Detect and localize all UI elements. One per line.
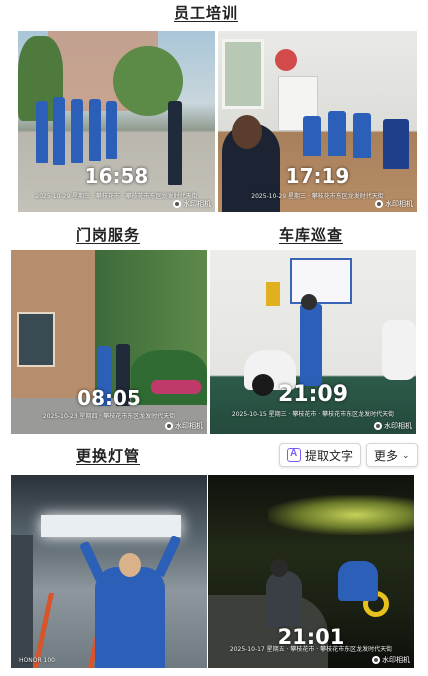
lit-trees [268,495,414,535]
extract-text-label: 提取文字 [305,448,354,463]
photo-garage-patrol[interactable]: 21:09 2025-10-15 星期三 · 攀枝花市 · 攀枝花市东区龙发时代… [210,250,416,434]
watermark-label: 水印相机 [175,422,203,430]
photo-time: 08:05 [77,386,141,410]
staff-figure [328,111,346,156]
staff-figure [338,561,378,601]
photo-time: 17:19 [285,164,350,188]
elevator-wall [11,535,33,668]
camera-icon [375,200,383,208]
watermark-label: 水印相机 [382,656,410,664]
staff-head [270,559,288,577]
watermark: 水印相机 [165,421,203,431]
text-extract-icon [287,448,301,462]
staff-head [301,294,317,310]
camera-icon [165,422,173,430]
photo-lamp-elevator[interactable]: HONOR 100 [11,475,207,668]
staff-figure [53,97,65,165]
staff-figure [266,571,302,627]
window-shape [17,312,55,367]
section-title-garage: 车库巡查 [279,226,344,244]
flowers-shape [275,49,297,71]
more-label: 更多 [374,448,399,463]
chevron-down-icon: ⌄ [402,449,410,460]
camera-icon [372,656,380,664]
scooter-shape [382,320,416,380]
photo-training-outdoor[interactable]: 16:58 2025-10-29 星期三 · 攀枝花市 · 攀枝花市东区龙发时代… [18,31,215,212]
staff-figure [303,116,321,156]
staff-figure [353,113,371,158]
camera-icon [173,200,181,208]
notice-board [290,258,352,304]
more-button[interactable]: 更多 ⌄ [366,443,418,467]
watermark-label: 水印相机 [385,200,413,208]
extract-text-button[interactable]: 提取文字 [279,443,362,467]
section-title-gate: 门岗服务 [76,226,141,244]
watermark: 水印相机 [375,199,413,209]
watermark-label: 水印相机 [384,422,412,430]
section-title-training: 员工培训 [174,4,239,22]
photo-gate-service[interactable]: 08:05 2025-10-23 星期四 · 攀枝花市东区龙发时代天街 水印相机 [11,250,207,434]
instructor-head [232,115,262,149]
watermark: 水印相机 [173,199,211,209]
staff-figure [71,99,83,163]
ceiling-light [41,515,181,537]
photo-caption: 2025-10-15 星期三 · 攀枝花市 · 攀枝花市东区龙发时代天街 [231,411,395,418]
staff-figure [106,101,117,159]
watermark: 水印相机 [374,421,412,431]
watermark-label: 水印相机 [183,200,211,208]
photo-time: 21:09 [277,382,349,407]
photo-lamp-night[interactable]: 21:01 2025-10-17 星期五 · 攀枝花市 · 攀枝花市东区龙发时代… [208,475,414,668]
staff-figure [95,567,165,668]
staff-figure [300,304,322,386]
phone-brand-mark: HONOR 100 [19,657,55,664]
staff-head [119,553,141,577]
charging-box [266,282,280,306]
window-shape [222,39,264,109]
section-title-lights: 更换灯管 [76,447,141,465]
staff-figure [36,101,48,163]
staff-figure [383,119,409,169]
photo-caption: 2025-10-23 星期四 · 攀枝花市东区龙发时代天街 [42,413,176,420]
photo-caption: 2025-10-17 星期五 · 攀枝花市 · 攀枝花市东区龙发时代天街 [229,646,393,653]
watermark: 水印相机 [372,655,410,665]
camera-icon [374,422,382,430]
photo-time: 16:58 [84,164,149,188]
photo-training-indoor[interactable]: 17:19 2025-10-29 星期三 · 攀枝花市东区龙发时代天街 水印相机 [218,31,417,212]
staff-figure [89,99,101,161]
